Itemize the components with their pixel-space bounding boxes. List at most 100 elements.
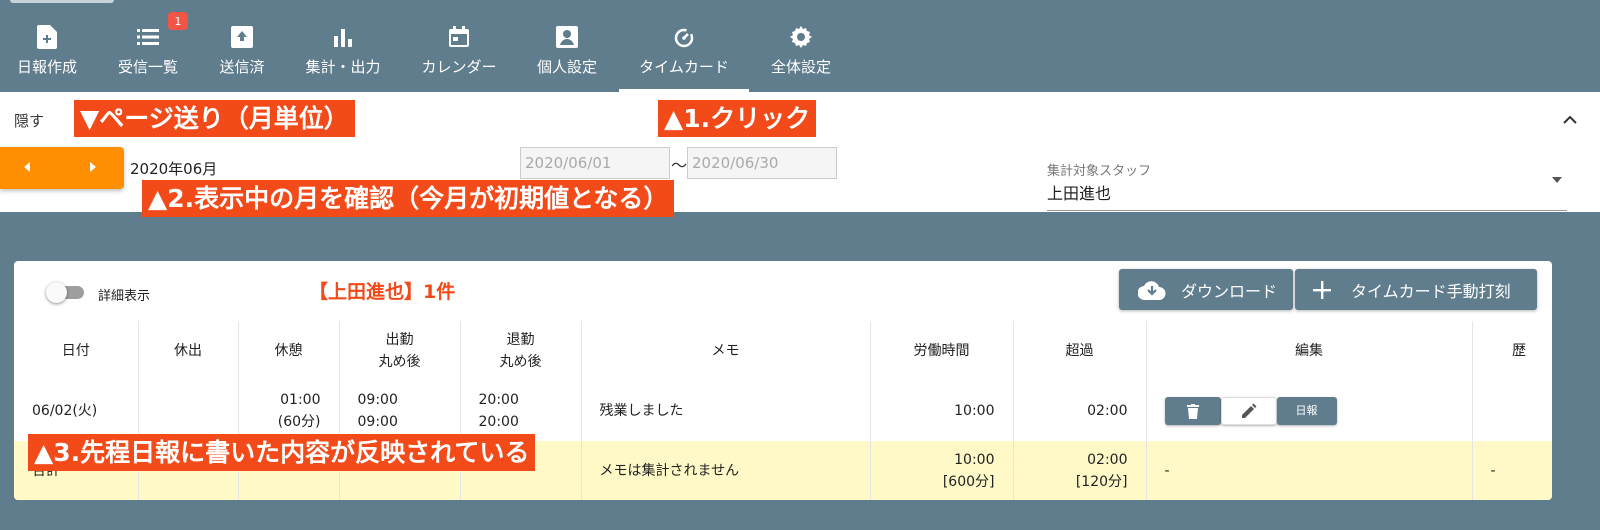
total-memo-note: メモは集計されません [580,441,870,500]
header-overtime: 超過 [1012,321,1146,381]
file-plus-icon [34,24,60,50]
next-month-icon[interactable] [90,162,96,172]
header-clock-in-label: 出勤 [385,332,414,348]
nav-label: 集計・出力 [305,58,381,76]
top-nav: 日報作成 1 受信一覧 送信済 集計・出力 カレンダー 個人設定 タイムカード … [0,0,1600,92]
nav-label: 日報作成 [16,58,77,76]
staff-select-label: 集計対象スタッフ [1047,164,1152,179]
unread-badge: 1 [168,12,188,30]
prev-month-icon[interactable] [24,162,30,172]
nav-label: 送信済 [219,58,265,76]
table-row: 06/02(火) 01:00 (60分) 09:00 09:00 20:00 20:0… [14,381,1552,441]
report-button[interactable]: 日報 [1276,397,1337,425]
nav-label: 受信一覧 [117,58,178,76]
nav-item-personal-settings[interactable]: 個人設定 [534,0,600,92]
clock-out-rounded: 20:00 [478,414,519,430]
header-clock-out-rounded: 丸め後 [499,354,542,370]
cell-date: 06/02(火) [32,403,98,419]
cell-break: 01:00 (60分) [237,381,339,441]
download-label: ダウンロード [1181,281,1278,301]
toggle-knob [46,282,67,303]
manual-punch-label: タイムカード手動打刻 [1351,281,1511,301]
month-pager [0,147,124,189]
delete-button[interactable] [1164,397,1221,425]
list-icon [135,24,161,50]
annotation-reflected: ▲3.先程日報に書いた内容が反映されている [28,434,536,471]
total-overtime-minutes: [120分] [1075,474,1128,490]
download-button[interactable]: ダウンロード [1119,269,1293,310]
cell-history [1471,381,1552,441]
table-header: 日付 休出 休憩 出勤丸め後 退勤丸め後 メモ 労働時間 超過 編集 歴 [14,321,1552,381]
bar-chart-icon [330,24,356,50]
cell-memo: 残業しました [580,381,870,441]
cell-clock-out: 20:00 20:00 [459,381,581,441]
clock-in-rounded: 09:00 [357,414,398,430]
nav-item-calendar[interactable]: カレンダー [420,0,498,92]
total-work-minutes: [600分] [942,474,995,490]
edit-button[interactable] [1220,397,1277,425]
timer-icon [671,24,697,50]
manual-punch-button[interactable]: タイムカード手動打刻 [1295,269,1537,310]
current-month: 2020年06月 [130,160,218,178]
clock-out-time: 20:00 [478,392,519,408]
plus-icon [1307,278,1337,302]
nav-item-report-create[interactable]: 日報作成 [14,0,80,92]
staff-count-title: 【上田進也】1件 [309,281,456,303]
date-to-input[interactable] [687,147,837,179]
calendar-icon [446,24,472,50]
detail-toggle[interactable] [46,281,84,303]
nav-item-inbox[interactable]: 1 受信一覧 [114,0,188,92]
break-minutes: (60分) [277,414,321,430]
total-work-time: 10:00 [600分] [869,441,1013,500]
clock-in-time: 09:00 [357,392,398,408]
header-work-time: 労働時間 [869,321,1013,381]
dropdown-caret-icon[interactable] [1552,177,1562,183]
row-actions: 日報 [1164,397,1472,425]
date-separator: 〜 [671,156,688,175]
chevron-up-icon[interactable] [1560,110,1580,130]
header-memo: メモ [580,321,870,381]
header-history: 歴 [1471,321,1552,381]
total-edit: - [1145,441,1472,500]
annotation-month-check: ▲2.表示中の月を確認（今月が初期値となる） [142,180,675,217]
nav-item-sent[interactable]: 送信済 [216,0,268,92]
date-from-input[interactable] [520,147,670,179]
pencil-icon [1241,403,1256,418]
cell-holiday [137,381,238,441]
staff-select-underline [1047,210,1567,211]
hide-toggle[interactable]: 隠す [14,110,44,131]
nav-label: 個人設定 [536,58,597,76]
staff-select[interactable]: 上田進也 [1047,180,1111,204]
header-edit: 編集 [1145,321,1472,381]
nav-label: カレンダー [421,58,497,76]
header-break: 休憩 [237,321,339,381]
header-holiday: 休出 [137,321,238,381]
cell-clock-in: 09:00 09:00 [338,381,460,441]
total-overtime-hours: 02:00 [1087,452,1128,468]
header-clock-out: 退勤 丸め後 [459,321,581,381]
gear-icon [788,24,814,50]
person-card-icon [554,24,580,50]
cell-overtime: 02:00 [1012,381,1146,441]
total-overtime: 02:00 [120分] [1012,441,1146,500]
trash-icon [1186,403,1199,419]
detail-toggle-label: 詳細表示 [98,289,151,304]
nav-item-global-settings[interactable]: 全体設定 [768,0,834,92]
header-clock-in: 出勤 丸め後 [338,321,460,381]
break-time: 01:00 [280,392,321,408]
nav-item-timecard[interactable]: タイムカード [619,0,749,92]
annotation-click: ▲1.クリック [658,100,817,137]
total-work-hours: 10:00 [954,452,995,468]
header-date: 日付 [61,343,90,359]
nav-label: タイムカード [639,58,729,76]
outbox-icon [229,24,255,50]
header-clock-in-rounded: 丸め後 [378,354,421,370]
annotation-page-nav: ▼ページ送り（月単位） [74,100,355,137]
cell-edit: 日報 [1145,381,1472,441]
header-clock-out-label: 退勤 [506,332,535,348]
cell-work-time: 10:00 [869,381,1013,441]
nav-item-summary[interactable]: 集計・出力 [302,0,384,92]
cloud-download-icon [1137,278,1167,302]
nav-label: 全体設定 [770,58,831,76]
timecard-table: 日付 休出 休憩 出勤丸め後 退勤丸め後 メモ 労働時間 超過 編集 歴 06/… [14,321,1552,500]
